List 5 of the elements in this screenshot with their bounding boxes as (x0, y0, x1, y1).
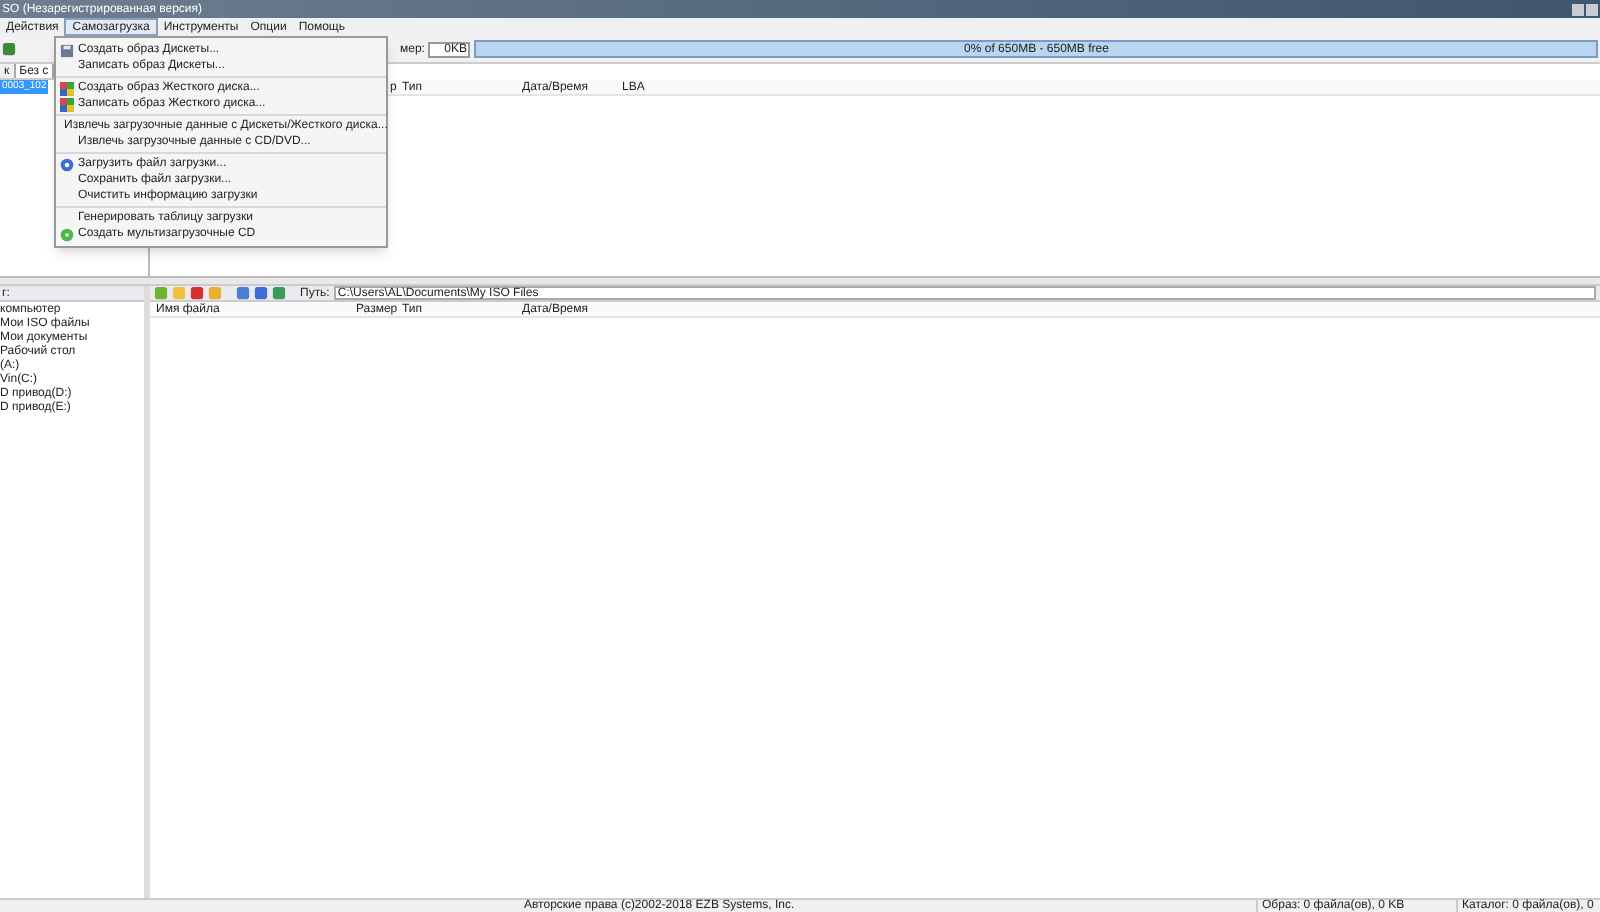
toolbar-icon[interactable] (2, 42, 16, 56)
disc-icon (60, 227, 74, 241)
close-button[interactable] (1586, 3, 1598, 15)
minimize-button[interactable] (1572, 3, 1584, 15)
floppy-icon (60, 43, 74, 57)
